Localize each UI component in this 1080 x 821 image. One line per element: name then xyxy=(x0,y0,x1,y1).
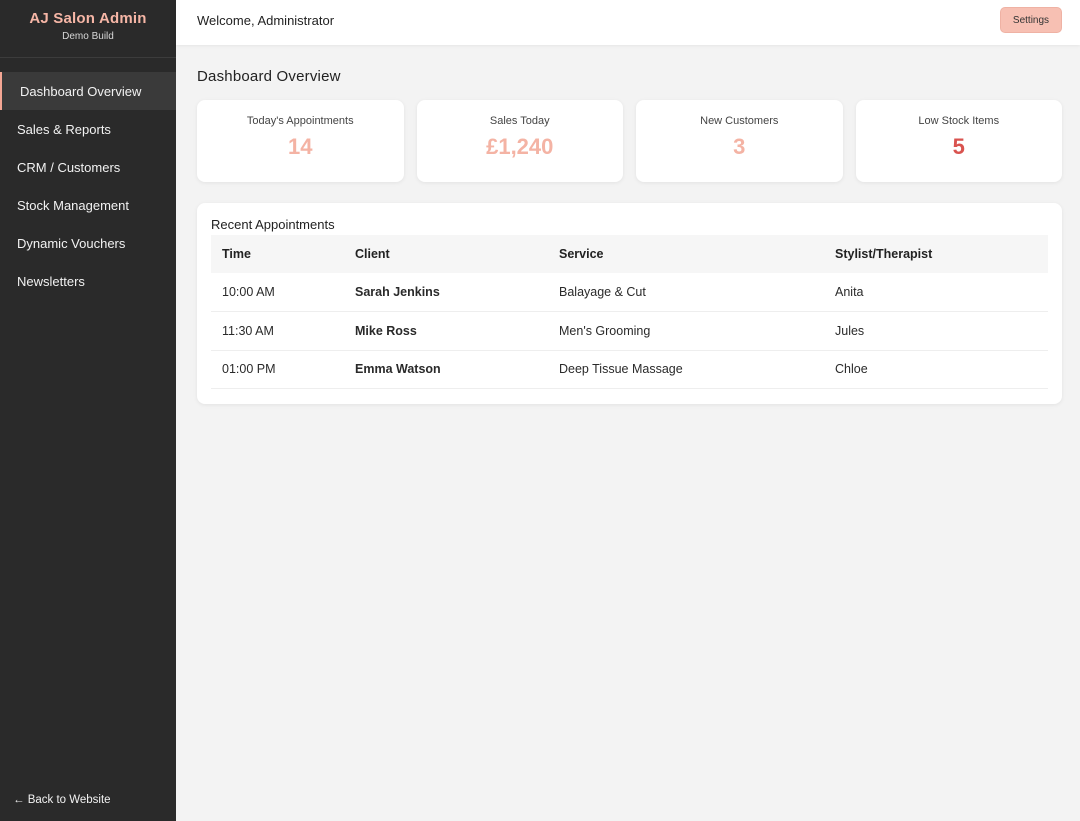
sidebar-item-dynamic-vouchers[interactable]: Dynamic Vouchers xyxy=(0,224,176,262)
column-header-stylist: Stylist/Therapist xyxy=(824,235,1048,273)
recent-appointments-panel: Recent Appointments Time Client Service … xyxy=(197,203,1062,404)
column-header-client: Client xyxy=(344,235,548,273)
cell-time: 01:00 PM xyxy=(211,350,344,389)
cell-client: Emma Watson xyxy=(344,350,548,389)
sidebar-item-newsletters[interactable]: Newsletters xyxy=(0,262,176,300)
stat-card-low-stock: Low Stock Items 5 xyxy=(855,100,1062,182)
stat-value: 5 xyxy=(952,134,965,159)
table-row[interactable]: 10:00 AM Sarah Jenkins Balayage & Cut An… xyxy=(211,273,1048,312)
cell-service: Balayage & Cut xyxy=(548,273,824,312)
stat-value: 14 xyxy=(288,134,313,159)
cell-time: 11:30 AM xyxy=(211,311,344,351)
stat-label: Today's Appointments xyxy=(246,115,354,127)
table-row[interactable]: 01:00 PM Emma Watson Deep Tissue Massage… xyxy=(211,350,1048,389)
main-content: Dashboard Overview Today's Appointments … xyxy=(197,45,1062,404)
appointments-table: Time Client Service Stylist/Therapist 10… xyxy=(211,235,1048,389)
cell-stylist: Anita xyxy=(824,273,1048,312)
stat-card-sales: Sales Today £1,240 xyxy=(416,100,623,182)
stats-cards: Today's Appointments 14 Sales Today £1,2… xyxy=(197,100,1062,182)
sidebar-item-stock-management[interactable]: Stock Management xyxy=(0,186,176,224)
page-title: Dashboard Overview xyxy=(197,68,341,85)
column-header-time: Time xyxy=(211,235,344,273)
sidebar-item-crm-customers[interactable]: CRM / Customers xyxy=(0,148,176,186)
stat-value: £1,240 xyxy=(486,134,554,159)
sidebar-item-dashboard-overview[interactable]: Dashboard Overview xyxy=(0,72,176,110)
welcome-text: Welcome, Administrator xyxy=(197,13,335,28)
stat-card-appointments: Today's Appointments 14 xyxy=(197,100,404,182)
cell-time: 10:00 AM xyxy=(211,273,344,312)
brand-title: AJ Salon Admin xyxy=(29,10,147,27)
sidebar-nav: Dashboard Overview Sales & Reports CRM /… xyxy=(0,72,176,300)
table-header-row: Time Client Service Stylist/Therapist xyxy=(211,235,1048,273)
stat-label: Sales Today xyxy=(489,115,550,127)
stat-label: Low Stock Items xyxy=(918,115,1000,127)
settings-button[interactable]: Settings xyxy=(1000,7,1062,33)
cell-service: Men's Grooming xyxy=(548,311,824,351)
column-header-service: Service xyxy=(548,235,824,273)
sidebar: AJ Salon Admin Demo Build Dashboard Over… xyxy=(0,0,176,821)
brand-subtitle: Demo Build xyxy=(62,31,114,42)
cell-stylist: Chloe xyxy=(824,350,1048,389)
topbar: Welcome, Administrator Settings xyxy=(176,0,1080,45)
stat-label: New Customers xyxy=(700,115,779,127)
cell-stylist: Jules xyxy=(824,311,1048,351)
back-to-website-link[interactable]: ← Back to Website xyxy=(13,794,111,806)
cell-client: Mike Ross xyxy=(344,311,548,351)
brand: AJ Salon Admin Demo Build xyxy=(0,0,176,58)
sidebar-item-sales-reports[interactable]: Sales & Reports xyxy=(0,110,176,148)
cell-service: Deep Tissue Massage xyxy=(548,350,824,389)
stat-value: 3 xyxy=(733,134,746,159)
cell-client: Sarah Jenkins xyxy=(344,273,548,312)
stat-card-new-customers: New Customers 3 xyxy=(636,100,843,182)
panel-title: Recent Appointments xyxy=(211,217,335,232)
table-row[interactable]: 11:30 AM Mike Ross Men's Grooming Jules xyxy=(211,311,1048,351)
